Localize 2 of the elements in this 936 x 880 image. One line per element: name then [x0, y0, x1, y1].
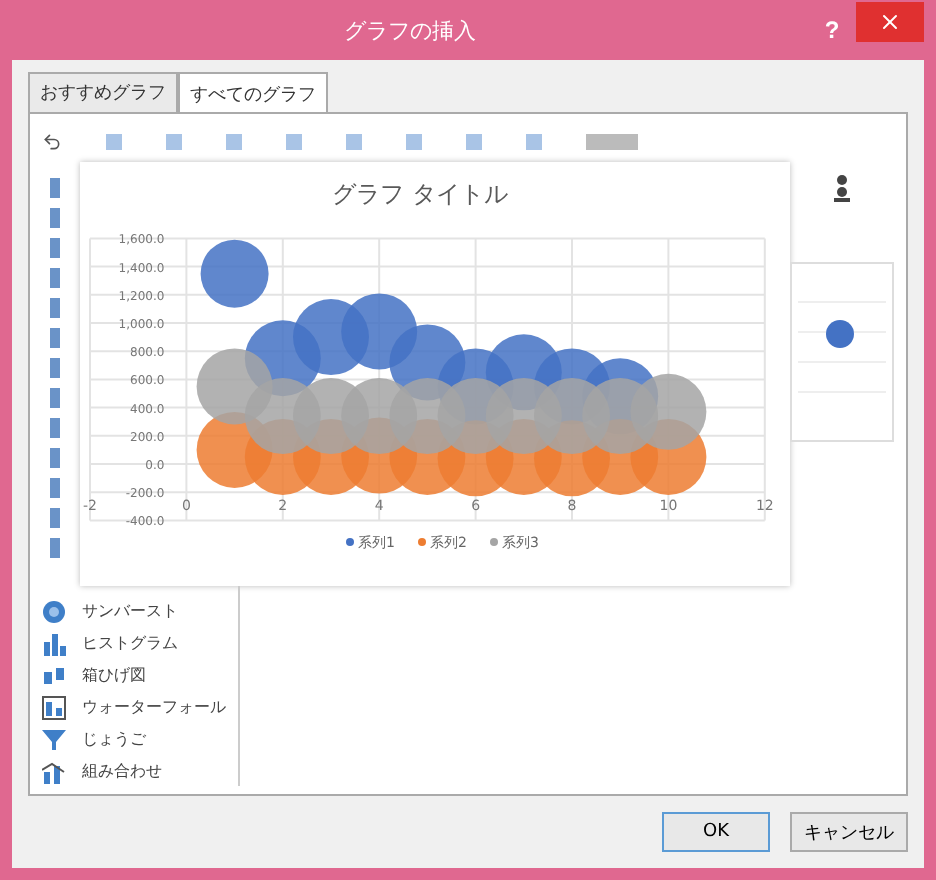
window-title: グラフの挿入	[342, 15, 478, 45]
chart-title: グラフ タイトル	[332, 180, 508, 208]
